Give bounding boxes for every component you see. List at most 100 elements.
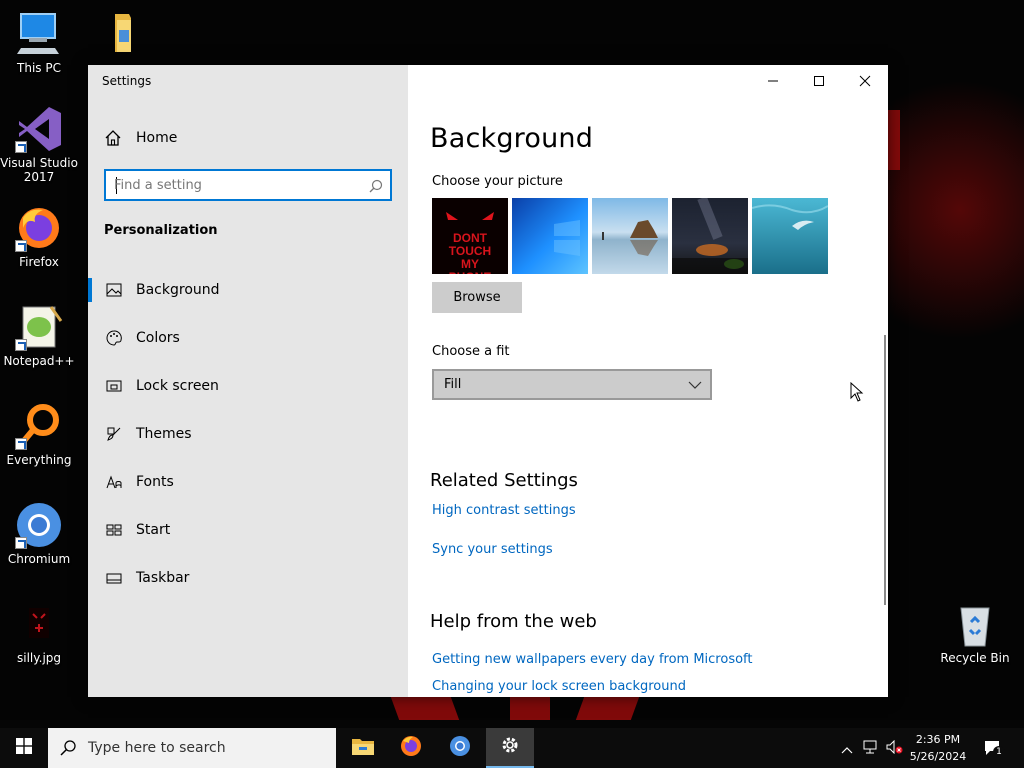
palette-icon: [106, 330, 122, 346]
desktop-icon-notepadpp[interactable]: Notepad++: [0, 303, 78, 368]
brush-icon: [106, 426, 122, 442]
maximize-button[interactable]: [796, 65, 842, 97]
high-contrast-link[interactable]: High contrast settings: [432, 503, 576, 518]
taskbar: Type here to search 2:36 PM 5/26/2024 1: [0, 728, 1024, 768]
chromium-icon: [15, 501, 63, 549]
taskbar-chromium[interactable]: [436, 728, 484, 768]
sidebar-item-themes[interactable]: Themes: [88, 410, 408, 458]
start-button[interactable]: [0, 728, 48, 768]
sidebar-item-background[interactable]: Background: [88, 266, 408, 314]
sidebar-item-start[interactable]: Start: [88, 506, 408, 554]
desktop-icon-silly-jpg[interactable]: silly.jpg: [0, 600, 78, 665]
sidebar-nav: Background Colors Lock screen Themes Fon…: [88, 266, 408, 602]
sync-settings-link[interactable]: Sync your settings: [432, 542, 553, 557]
windows-logo-icon: [16, 738, 32, 758]
action-center-button[interactable]: 1: [980, 728, 1006, 768]
wallpaper-shape: [510, 697, 550, 720]
sidebar-item-label: Start: [136, 522, 171, 538]
notepadpp-icon: [15, 303, 63, 351]
lock-screen-icon: [106, 378, 122, 394]
wallpaper-shape: [575, 697, 640, 720]
desktop-icon-label: Notepad++: [3, 354, 75, 368]
sidebar-item-label: Colors: [136, 330, 180, 346]
start-layout-icon: [106, 522, 122, 538]
taskbar-clock[interactable]: 2:36 PM 5/26/2024: [906, 731, 970, 765]
wallpapers-link[interactable]: Getting new wallpapers every day from Mi…: [432, 652, 753, 667]
chromium-icon: [449, 735, 471, 761]
shortcut-arrow-icon: [15, 240, 27, 252]
shortcut-arrow-icon: [15, 438, 27, 450]
everything-icon: [15, 402, 63, 450]
clock-date: 5/26/2024: [909, 750, 967, 763]
thumbnail-beach-rocks[interactable]: [592, 198, 668, 274]
desktop-icon-recycle-bin[interactable]: Recycle Bin: [936, 600, 1014, 665]
sidebar-item-label: Background: [136, 282, 220, 298]
fonts-icon: [106, 474, 122, 490]
scrollbar[interactable]: [884, 335, 886, 605]
thumbnail-image: [672, 198, 748, 274]
network-icon: [863, 739, 879, 758]
taskbar-file-explorer[interactable]: [339, 728, 387, 768]
desktop-icon-label: This PC: [17, 61, 61, 75]
choose-picture-label: Choose your picture: [432, 174, 563, 189]
settings-gear-icon: [500, 735, 520, 759]
taskbar-search-placeholder: Type here to search: [88, 740, 226, 756]
taskbar-search-box[interactable]: Type here to search: [48, 728, 336, 768]
recycle-bin-icon: [951, 600, 999, 648]
thumbnail-night-sky[interactable]: [672, 198, 748, 274]
thumbnail-image: [554, 220, 580, 256]
close-button[interactable]: [842, 65, 888, 97]
firefox-icon: [15, 204, 63, 252]
desktop-icon-visual-studio[interactable]: Visual Studio 2017: [0, 105, 78, 184]
desktop-icon-chromium[interactable]: Chromium: [0, 501, 78, 566]
desktop-icon-folder[interactable]: [78, 10, 156, 61]
taskbar-firefox[interactable]: [387, 728, 435, 768]
mouse-cursor-icon: [850, 381, 864, 402]
desktop-icon-label: Visual Studio 2017: [0, 156, 78, 184]
thumbnail-windows-blue[interactable]: [512, 198, 588, 274]
wallpaper-shape: [390, 697, 460, 720]
sidebar-item-lock-screen[interactable]: Lock screen: [88, 362, 408, 410]
tray-chevron-up[interactable]: [838, 728, 856, 768]
tray-volume[interactable]: [884, 728, 906, 768]
desktop-icon-this-pc[interactable]: This PC: [0, 10, 78, 75]
thumbnail-red-eyes[interactable]: DONT TOUCH MY PHONE: [432, 198, 508, 274]
notification-icon: 1: [984, 740, 1005, 758]
browse-button[interactable]: Browse: [432, 282, 522, 313]
lock-screen-bg-link[interactable]: Changing your lock screen background: [432, 679, 686, 694]
choose-fit-label: Choose a fit: [432, 344, 510, 359]
home-icon: [104, 129, 122, 147]
fit-dropdown[interactable]: Fill: [432, 369, 712, 400]
tray-network[interactable]: [860, 728, 882, 768]
sidebar-home[interactable]: Home: [104, 128, 177, 148]
sidebar-item-label: Taskbar: [136, 570, 190, 586]
volume-muted-icon: [886, 739, 904, 758]
taskbar-settings[interactable]: [486, 728, 534, 768]
desktop-icon-label: Chromium: [7, 552, 71, 566]
minimize-icon: [767, 72, 779, 91]
main-content: Background Choose your picture DONT TOUC…: [408, 65, 888, 697]
thumbnail-caption: DONT TOUCH MY PHONE: [448, 232, 492, 274]
search-box[interactable]: [104, 169, 392, 201]
fit-dropdown-value: Fill: [444, 377, 462, 392]
thumbnail-underwater[interactable]: [752, 198, 828, 274]
minimize-button[interactable]: [750, 65, 796, 97]
sidebar-item-label: Fonts: [136, 474, 174, 490]
search-icon[interactable]: [369, 178, 383, 193]
search-icon: [60, 740, 76, 756]
sidebar-item-taskbar[interactable]: Taskbar: [88, 554, 408, 602]
maximize-icon: [813, 72, 825, 91]
desktop-icon-label: Firefox: [19, 255, 59, 269]
chevron-down-icon: [688, 379, 702, 389]
sidebar-item-colors[interactable]: Colors: [88, 314, 408, 362]
this-pc-icon: [15, 10, 63, 58]
folder-icon: [93, 10, 141, 58]
related-settings-title: Related Settings: [430, 470, 578, 491]
page-title: Background: [430, 123, 594, 154]
search-input[interactable]: [114, 176, 364, 194]
desktop-icon-label: silly.jpg: [16, 651, 62, 665]
desktop-icon-everything[interactable]: Everything: [0, 402, 78, 467]
sidebar-item-fonts[interactable]: Fonts: [88, 458, 408, 506]
desktop-icon-firefox[interactable]: Firefox: [0, 204, 78, 269]
notification-count: 1: [993, 746, 1005, 758]
